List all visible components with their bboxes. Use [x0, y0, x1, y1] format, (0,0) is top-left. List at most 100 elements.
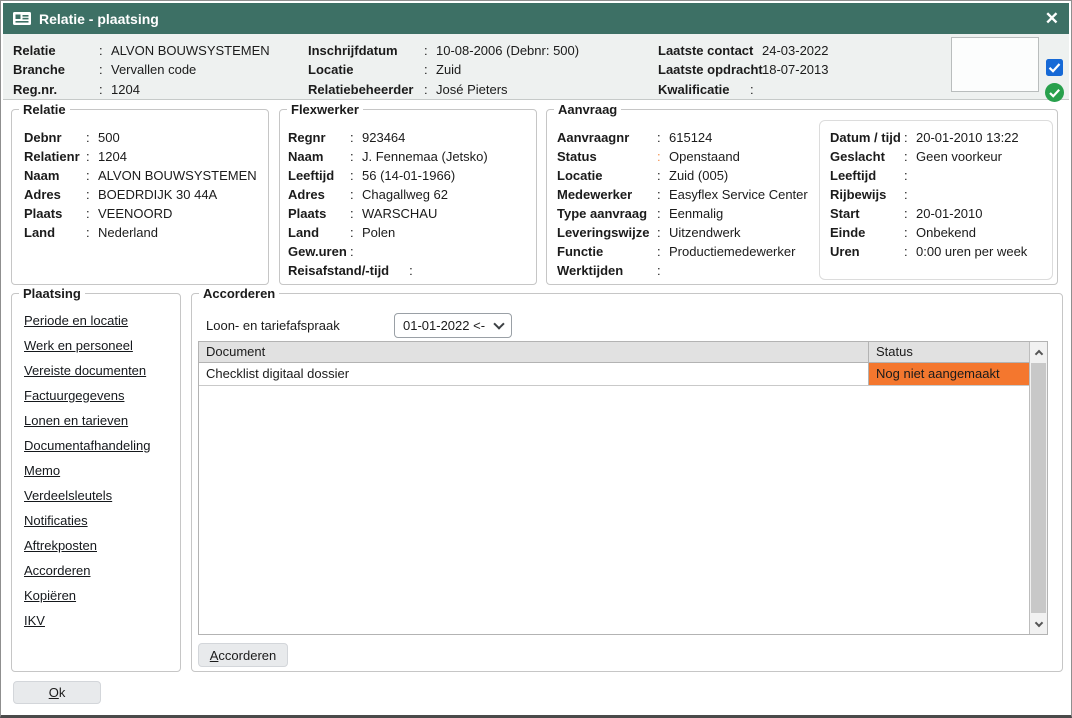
sidebar-item-factuurgegevens[interactable]: Factuurgegevens: [24, 387, 180, 412]
field-value: 56 (14-01-1966): [362, 168, 455, 183]
field-value: 1204: [98, 149, 127, 164]
sidebar-item-accorderen[interactable]: Accorderen: [24, 562, 180, 587]
separator: :: [350, 130, 362, 145]
sidebar-item-aftrekposten[interactable]: Aftrekposten: [24, 537, 180, 562]
info-row: Plaats:WARSCHAU: [288, 204, 528, 223]
field-label: Type aanvraag: [557, 206, 657, 221]
field-value: ALVON BOUWSYSTEMEN: [98, 168, 257, 183]
aanvraag-left-column: Aanvraagnr:615124 Status: Openstaand Loc…: [557, 128, 827, 280]
separator: :: [750, 82, 762, 97]
field-value: Vervallen code: [111, 62, 196, 77]
scrollbar-thumb[interactable]: [1031, 363, 1046, 613]
info-row: Reisafstand/-tijd:: [288, 261, 528, 280]
photo-placeholder: [951, 37, 1039, 92]
groupbox-legend: Aanvraag: [554, 102, 621, 117]
separator: :: [424, 82, 436, 97]
field-label: Branche: [13, 62, 99, 77]
separator: :: [657, 263, 669, 278]
field-value: 20-01-2010 13:22: [916, 130, 1019, 145]
info-row: Functie:Productiemedewerker: [557, 242, 827, 261]
field-label: Naam: [288, 149, 350, 164]
sidebar-item-verdeelsleutels[interactable]: Verdeelsleutels: [24, 487, 180, 512]
info-row: Geslacht:Geen voorkeur: [830, 147, 1052, 166]
field-value: 615124: [669, 130, 712, 145]
field-value: Eenmalig: [669, 206, 723, 221]
vertical-scrollbar[interactable]: [1029, 342, 1047, 634]
separator: :: [750, 62, 762, 77]
separator: :: [86, 187, 98, 202]
separator: :: [86, 149, 98, 164]
sidebar-item-werk-en-personeel[interactable]: Werk en personeel: [24, 337, 180, 362]
field-label: Geslacht: [830, 149, 904, 164]
separator: :: [657, 206, 669, 221]
info-row: Regnr:923464: [288, 128, 528, 147]
scroll-down-button[interactable]: [1030, 614, 1047, 634]
field-label: Leeftijd: [830, 168, 904, 183]
separator: :: [657, 168, 669, 183]
sidebar-item-vereiste-documenten[interactable]: Vereiste documenten: [24, 362, 180, 387]
field-value: Easyflex Service Center: [669, 187, 808, 202]
ok-button[interactable]: Ok: [13, 681, 101, 704]
field-value: 923464: [362, 130, 405, 145]
table-main: Document Status Checklist digitaal dossi…: [199, 342, 1029, 634]
info-row: Land:Polen: [288, 223, 528, 242]
separator: :: [904, 225, 916, 240]
column-header-document[interactable]: Document: [199, 342, 868, 362]
field-value: Zuid: [436, 62, 461, 77]
table-row[interactable]: Checklist digitaal dossier Nog niet aang…: [199, 363, 1029, 386]
field-label: Rijbewijs: [830, 187, 904, 202]
chevron-down-icon: [1034, 618, 1042, 626]
sidebar-item-kopieren[interactable]: Kopiëren: [24, 587, 180, 612]
accorderen-groupbox: Accorderen Loon- en tariefafspraak 01-01…: [191, 293, 1063, 672]
field-label: Plaats: [24, 206, 86, 221]
field-label: Uren: [830, 244, 904, 259]
accorderen-button[interactable]: Accorderen: [198, 643, 288, 667]
sidebar-item-documentafhandeling[interactable]: Documentafhandeling: [24, 437, 180, 462]
header-row: Reg.nr.:1204: [13, 80, 308, 99]
header-row: Relatie:ALVON BOUWSYSTEMEN: [13, 41, 308, 60]
blue-checkbox-checked-icon[interactable]: [1046, 59, 1063, 79]
loon-tarief-dropdown[interactable]: 01-01-2022 <-: [394, 313, 512, 338]
field-value: WARSCHAU: [362, 206, 437, 221]
sidebar-item-memo[interactable]: Memo: [24, 462, 180, 487]
sidebar-item-periode-en-locatie[interactable]: Periode en locatie: [24, 312, 180, 337]
column-header-status[interactable]: Status: [868, 342, 1029, 362]
close-icon[interactable]: ✕: [1045, 10, 1059, 27]
field-label: Status: [557, 149, 657, 164]
sidebar-item-ikv[interactable]: IKV: [24, 612, 180, 637]
field-value: 0:00 uren per week: [916, 244, 1027, 259]
separator: :: [99, 62, 111, 77]
separator: :: [657, 187, 669, 202]
field-label: Laatste contact: [658, 43, 750, 58]
cell-document: Checklist digitaal dossier: [199, 363, 868, 385]
separator: :: [904, 130, 916, 145]
field-label: Naam: [24, 168, 86, 183]
info-row: Gew.uren:: [288, 242, 528, 261]
header-row: Relatiebeheerder:José Pieters: [308, 80, 658, 99]
info-row: Naam:ALVON BOUWSYSTEMEN: [24, 166, 260, 185]
contact-card-icon: [13, 12, 31, 25]
info-row: Locatie:Zuid (005): [557, 166, 827, 185]
sidebar-item-notificaties[interactable]: Notificaties: [24, 512, 180, 537]
field-label: Locatie: [308, 62, 424, 77]
field-label: Regnr: [288, 130, 350, 145]
field-value: ALVON BOUWSYSTEMEN: [111, 43, 270, 58]
info-row: Debnr:500: [24, 128, 260, 147]
sidebar-item-lonen-en-tarieven[interactable]: Lonen en tarieven: [24, 412, 180, 437]
info-row: Status: Openstaand: [557, 147, 827, 166]
groupbox-legend: Relatie: [19, 102, 70, 117]
field-value: 1204: [111, 82, 140, 97]
header-row: Inschrijfdatum:10-08-2006 (Debnr: 500): [308, 41, 658, 60]
aanvraag-groupbox: Aanvraag Aanvraagnr:615124 Status: Opens…: [546, 109, 1058, 285]
chevron-up-icon: [1034, 349, 1042, 357]
info-row: Werktijden:: [557, 261, 827, 280]
field-label: Einde: [830, 225, 904, 240]
field-label: Debnr: [24, 130, 86, 145]
field-label: Leveringswijze: [557, 225, 657, 240]
header-row: Branche:Vervallen code: [13, 60, 308, 79]
field-label: Plaats: [288, 206, 350, 221]
scroll-up-button[interactable]: [1030, 342, 1047, 362]
info-row: Plaats:VEENOORD: [24, 204, 260, 223]
field-value: José Pieters: [436, 82, 508, 97]
field-value: Zuid (005): [669, 168, 728, 183]
